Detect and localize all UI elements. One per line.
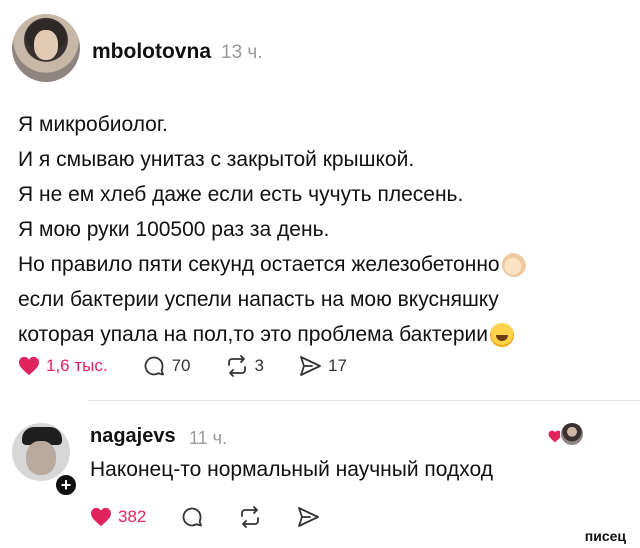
share-icon [298, 507, 320, 527]
reply-share-button[interactable] [296, 505, 320, 529]
author-mini-avatar [560, 422, 584, 446]
comment-button[interactable]: 70 [142, 354, 191, 378]
post-line-text: Я не ем хлеб даже если есть чучуть плесе… [18, 182, 464, 206]
post-text: Я микробиолог. И я смываю унитаз с закры… [18, 107, 628, 352]
reply-text: Наконец-то нормальный научный подход [90, 458, 493, 481]
avatar-face [26, 441, 56, 475]
shares-count: 17 [327, 356, 347, 375]
author-avatar[interactable] [12, 14, 80, 82]
comment-icon [144, 356, 164, 376]
reply-actions: 382 [90, 505, 320, 529]
comment-icon [183, 507, 203, 527]
avatar-face [34, 30, 58, 60]
reply-timestamp: 11 ч. [189, 428, 228, 448]
reply-comment-button[interactable] [180, 505, 204, 529]
post-line-text: если бактерии успели напасть на мою вкус… [18, 287, 499, 311]
post-line-text: Я мою руки 100500 раз за день. [18, 217, 330, 241]
repost-icon [227, 355, 246, 377]
reply-author-avatar[interactable] [12, 423, 70, 481]
author-username[interactable]: mbolotovna [92, 40, 211, 64]
share-icon [300, 356, 321, 376]
post-timestamp: 13 ч. [221, 42, 263, 63]
post-line: Я не ем хлеб даже если есть чучуть плесе… [18, 177, 628, 212]
reposts-count: 3 [254, 356, 264, 375]
reply-like-button[interactable]: 382 [90, 505, 146, 529]
share-button[interactable]: 17 [298, 354, 347, 378]
post-line: Но правило пяти секунд остается железобе… [18, 247, 628, 282]
post-line-text: Но правило пяти секунд остается железобе… [18, 252, 500, 276]
laughing-emoji-icon [489, 322, 514, 347]
repost-icon [241, 506, 260, 528]
like-button[interactable]: 1,6 тыс. [18, 354, 108, 378]
post-line: если бактерии успели напасть на мою вкус… [18, 282, 628, 317]
post-line: которая упала на пол,то это проблема бак… [18, 317, 628, 352]
divider [88, 400, 640, 401]
hand-emoji-icon [501, 252, 526, 277]
post-line: Я мою руки 100500 раз за день. [18, 212, 628, 247]
reply-likes-count: 382 [118, 507, 147, 526]
watermark: писец [584, 528, 626, 544]
comments-count: 70 [171, 356, 191, 375]
post-line: Я микробиолог. [18, 107, 628, 142]
repost-button[interactable]: 3 [225, 354, 264, 378]
reply-repost-button[interactable] [238, 505, 262, 529]
reply-username[interactable]: nagajevs [90, 425, 176, 448]
follow-add-icon[interactable]: + [54, 473, 78, 497]
heart-icon [19, 356, 39, 376]
liked-by-author-indicator [548, 422, 588, 448]
post-line-text: И я смываю унитаз с закрытой крышкой. [18, 147, 415, 171]
post-actions: 1,6 тыс. 70 3 17 [18, 354, 347, 378]
likes-count: 1,6 тыс. [46, 356, 108, 375]
post-line: И я смываю унитаз с закрытой крышкой. [18, 142, 628, 177]
post-line-text: которая упала на пол,то это проблема бак… [18, 322, 488, 346]
post-line-text: Я микробиолог. [18, 112, 168, 136]
heart-icon [91, 507, 111, 527]
